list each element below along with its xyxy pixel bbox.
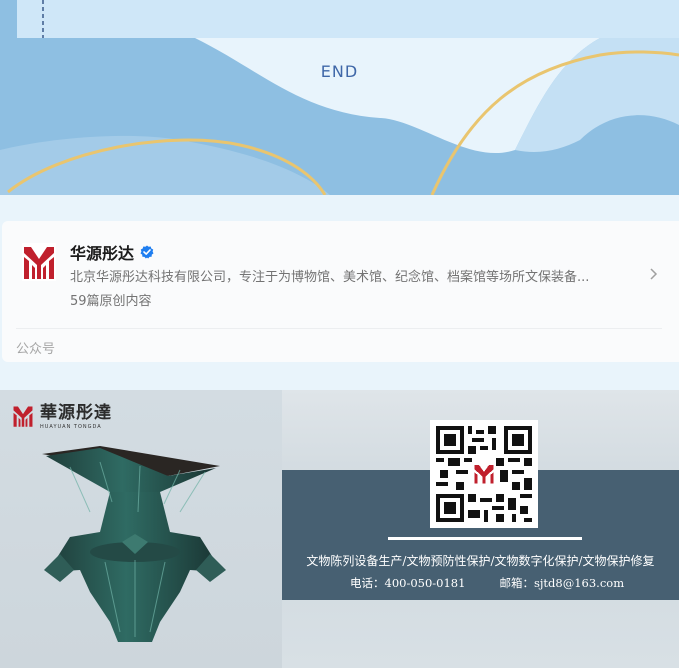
promo-email: 邮箱：sjtd8@163.com [499,576,625,590]
card-divider [16,328,662,329]
promo-contact: 电话：400-050-0181 邮箱：sjtd8@163.com [350,575,624,591]
article-count: 59篇原创内容 [70,294,152,309]
qr-code-icon [436,426,532,522]
chevron-right-icon[interactable] [648,266,660,282]
promo-brand-logo-icon [13,406,33,427]
promo-brand-name: 華源彤達 [40,403,112,423]
account-description: 北京华源彤达科技有限公司，专注于为博物馆、美术馆、纪念馆、档案馆等场所文保装备.… [70,270,590,285]
promo-image: 華源彤達 HUAYUAN TONGDA 文物陈列设备生产/文物预防性保护/文物数… [0,390,679,668]
promo-services-text: 文物陈列设备生产/文物预防性保护/文物数字化保护/文物保护修复 [306,554,655,568]
promo-phone: 电话：400-050-0181 [350,576,466,590]
qr-code [430,420,538,528]
brand-logo-icon [22,243,56,281]
account-type-label: 公众号 [16,342,56,357]
promo-logo: 華源彤達 HUAYUAN TONGDA [12,404,112,430]
end-label: END [320,62,359,81]
banner-decoration [0,0,679,195]
verified-badge-icon [140,245,154,259]
promo-divider-line [388,537,582,540]
account-name[interactable]: 华源彤达 [70,240,154,264]
end-banner: END [0,0,679,195]
promo-brand-english: HUAYUAN TONGDA [40,424,102,430]
account-name-text: 华源彤达 [70,244,135,263]
bronze-vessel-image [42,446,226,642]
